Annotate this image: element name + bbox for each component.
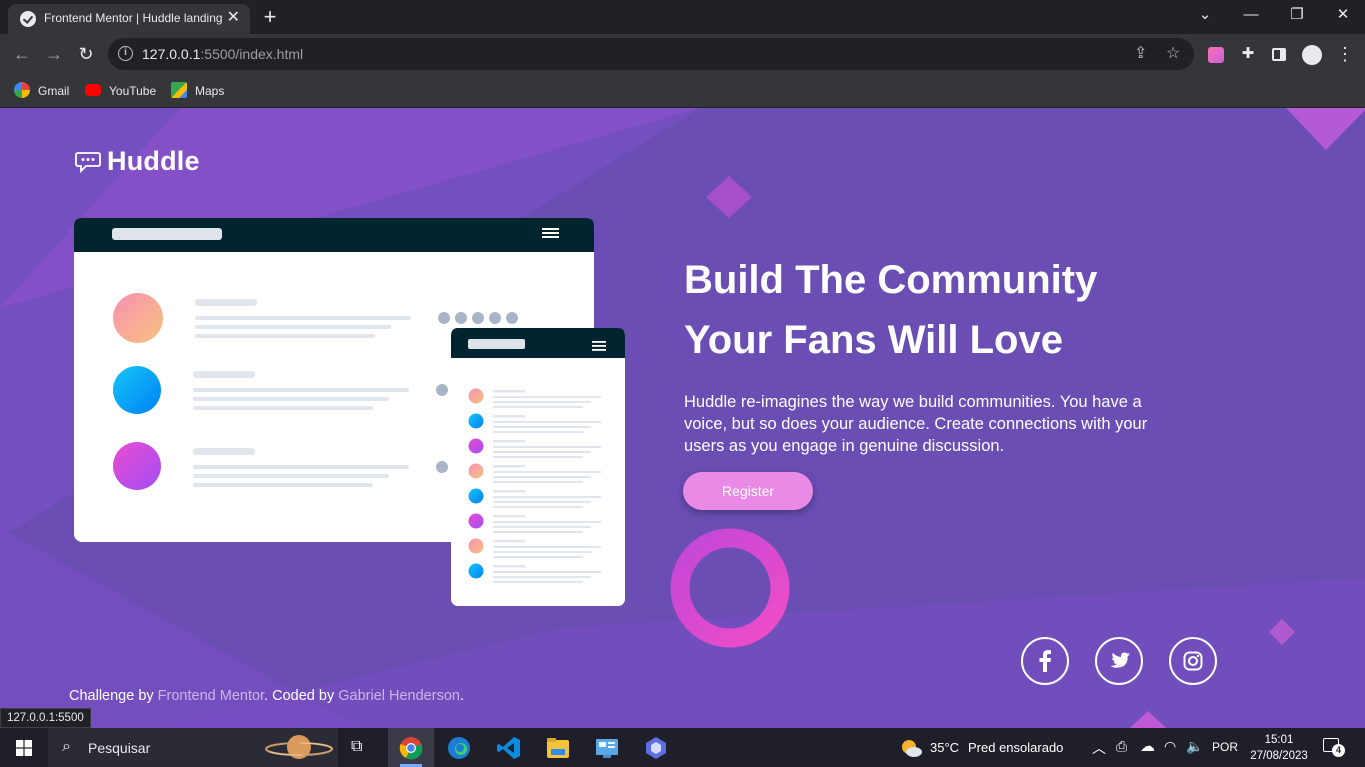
attribution-middle: . Coded by <box>264 688 339 704</box>
decorative-ring <box>670 528 790 648</box>
instagram-icon <box>1183 651 1203 671</box>
saturn-search-highlight-icon <box>265 735 333 759</box>
window-close-icon[interactable]: ✕ <box>1320 2 1365 28</box>
chat-bubble-logo-icon <box>75 151 101 173</box>
tab-search-icon[interactable]: ⌄ <box>1182 2 1228 28</box>
frontend-mentor-link[interactable]: Frontend Mentor <box>158 688 264 704</box>
volume-icon[interactable]: 🔈 <box>1186 738 1203 755</box>
language-indicator[interactable]: POR <box>1212 740 1238 754</box>
vscode-icon[interactable] <box>497 736 521 760</box>
weather-temperature: 35°C <box>930 740 960 755</box>
google-icon <box>14 82 30 98</box>
attribution-footer: Challenge by Frontend Mentor. Coded by G… <box>69 688 464 704</box>
attribution-prefix: Challenge by <box>69 688 158 704</box>
author-link[interactable]: Gabriel Henderson <box>338 688 460 704</box>
extensions-puzzle-icon[interactable]: ✚ <box>1236 42 1260 66</box>
chevron-up-icon[interactable]: ︿ <box>1092 738 1106 758</box>
instagram-link[interactable] <box>1169 637 1217 685</box>
clock-time: 15:01 <box>1264 734 1294 746</box>
chrome-icon <box>399 737 423 760</box>
restore-icon[interactable]: ❐ <box>1274 2 1320 28</box>
headline-line-2: Your Fans Will Love <box>684 318 1063 362</box>
register-button[interactable]: Register <box>683 472 813 510</box>
side-panel-icon[interactable] <box>1272 48 1286 61</box>
taskbar-chrome-active[interactable] <box>388 728 434 767</box>
bookmark-youtube[interactable]: YouTube <box>85 82 156 100</box>
bookmark-gmail[interactable]: Gmail <box>14 82 69 100</box>
url-text: 127.0.0.1:5500/index.html <box>142 46 304 62</box>
notification-center[interactable]: 4 <box>1323 738 1345 757</box>
weather-partly-sunny-icon[interactable] <box>899 737 923 759</box>
system-clock[interactable]: 15:01 27/08/2023 <box>1250 732 1308 764</box>
maps-icon <box>171 82 187 98</box>
attribution-suffix: . <box>459 688 464 704</box>
huddle-logo[interactable]: Huddle <box>75 146 200 177</box>
hero-description: Huddle re-imagines the way we build comm… <box>684 393 1148 455</box>
search-icon: ⌕ <box>62 738 71 755</box>
headline-line-1: Build The Community <box>684 258 1098 302</box>
logo-text: Huddle <box>107 146 200 176</box>
address-bar[interactable]: i 127.0.0.1:5500/index.html ⇪ ☆ <box>108 38 1194 70</box>
taskbar-search-box[interactable]: ⌕ Pesquisar <box>48 728 338 767</box>
extension-icon[interactable] <box>1208 47 1224 63</box>
windows-taskbar: ⌕ Pesquisar ⧉ 35°C Pred ensolarado ︿ ⎙ ☁… <box>0 728 1365 767</box>
notification-count-badge: 4 <box>1332 744 1345 757</box>
link-status-bubble: 127.0.0.1:5500 <box>0 708 91 728</box>
windows-start-icon[interactable] <box>16 740 32 756</box>
task-view-icon[interactable]: ⧉ <box>351 738 362 756</box>
hero-headline: Build The Community Your Fans Will Love <box>684 250 1244 370</box>
app-mockup-illustration <box>74 218 625 606</box>
onedrive-cloud-icon[interactable]: ☁ <box>1140 737 1155 755</box>
minimize-icon[interactable]: — <box>1228 2 1274 28</box>
edge-icon[interactable] <box>447 736 471 760</box>
close-tab-icon[interactable]: ✕ <box>227 9 240 27</box>
bookmark-star-icon[interactable]: ☆ <box>1166 44 1180 64</box>
tab-title: Frontend Mentor | Huddle landing page <box>44 11 222 25</box>
frontend-mentor-favicon-icon <box>20 11 36 27</box>
search-placeholder: Pesquisar <box>88 740 151 756</box>
site-info-icon[interactable]: i <box>118 46 133 61</box>
browser-tab[interactable]: Frontend Mentor | Huddle landing page ✕ <box>8 4 250 34</box>
reload-icon[interactable]: ↻ <box>74 42 98 66</box>
weather-description: Pred ensolarado <box>968 740 1064 755</box>
menu-kebab-icon[interactable]: ⋮ <box>1333 42 1357 66</box>
profile-avatar-icon[interactable] <box>1302 45 1322 65</box>
bookmark-maps[interactable]: Maps <box>171 82 224 100</box>
twitter-icon <box>1110 652 1130 668</box>
facebook-link[interactable] <box>1021 637 1069 685</box>
copilot-app-icon[interactable] <box>645 736 667 760</box>
huddle-landing-page: Huddle Build The Community Your Fans Wil… <box>0 108 1365 728</box>
mobile-window-mockup <box>451 328 625 606</box>
wifi-icon[interactable]: ◠ <box>1164 738 1176 755</box>
tab-strip: Frontend Mentor | Huddle landing page ✕ … <box>0 0 1365 34</box>
twitter-link[interactable] <box>1095 637 1143 685</box>
bookmarks-bar: Gmail YouTube Maps <box>0 74 1365 108</box>
facebook-icon <box>1039 650 1051 672</box>
clock-date: 27/08/2023 <box>1250 750 1308 762</box>
new-tab-button[interactable]: + <box>258 4 282 30</box>
youtube-icon <box>85 84 101 96</box>
back-arrow-icon[interactable]: ← <box>10 42 34 66</box>
meet-now-icon[interactable]: ⎙ <box>1116 738 1127 755</box>
browser-toolbar: ← → ↻ i 127.0.0.1:5500/index.html ⇪ ☆ ✚ … <box>0 34 1365 74</box>
forward-arrow-icon[interactable]: → <box>42 42 66 66</box>
share-icon[interactable]: ⇪ <box>1134 44 1147 64</box>
control-panel-icon[interactable] <box>595 737 619 759</box>
file-explorer-icon[interactable] <box>546 737 570 759</box>
